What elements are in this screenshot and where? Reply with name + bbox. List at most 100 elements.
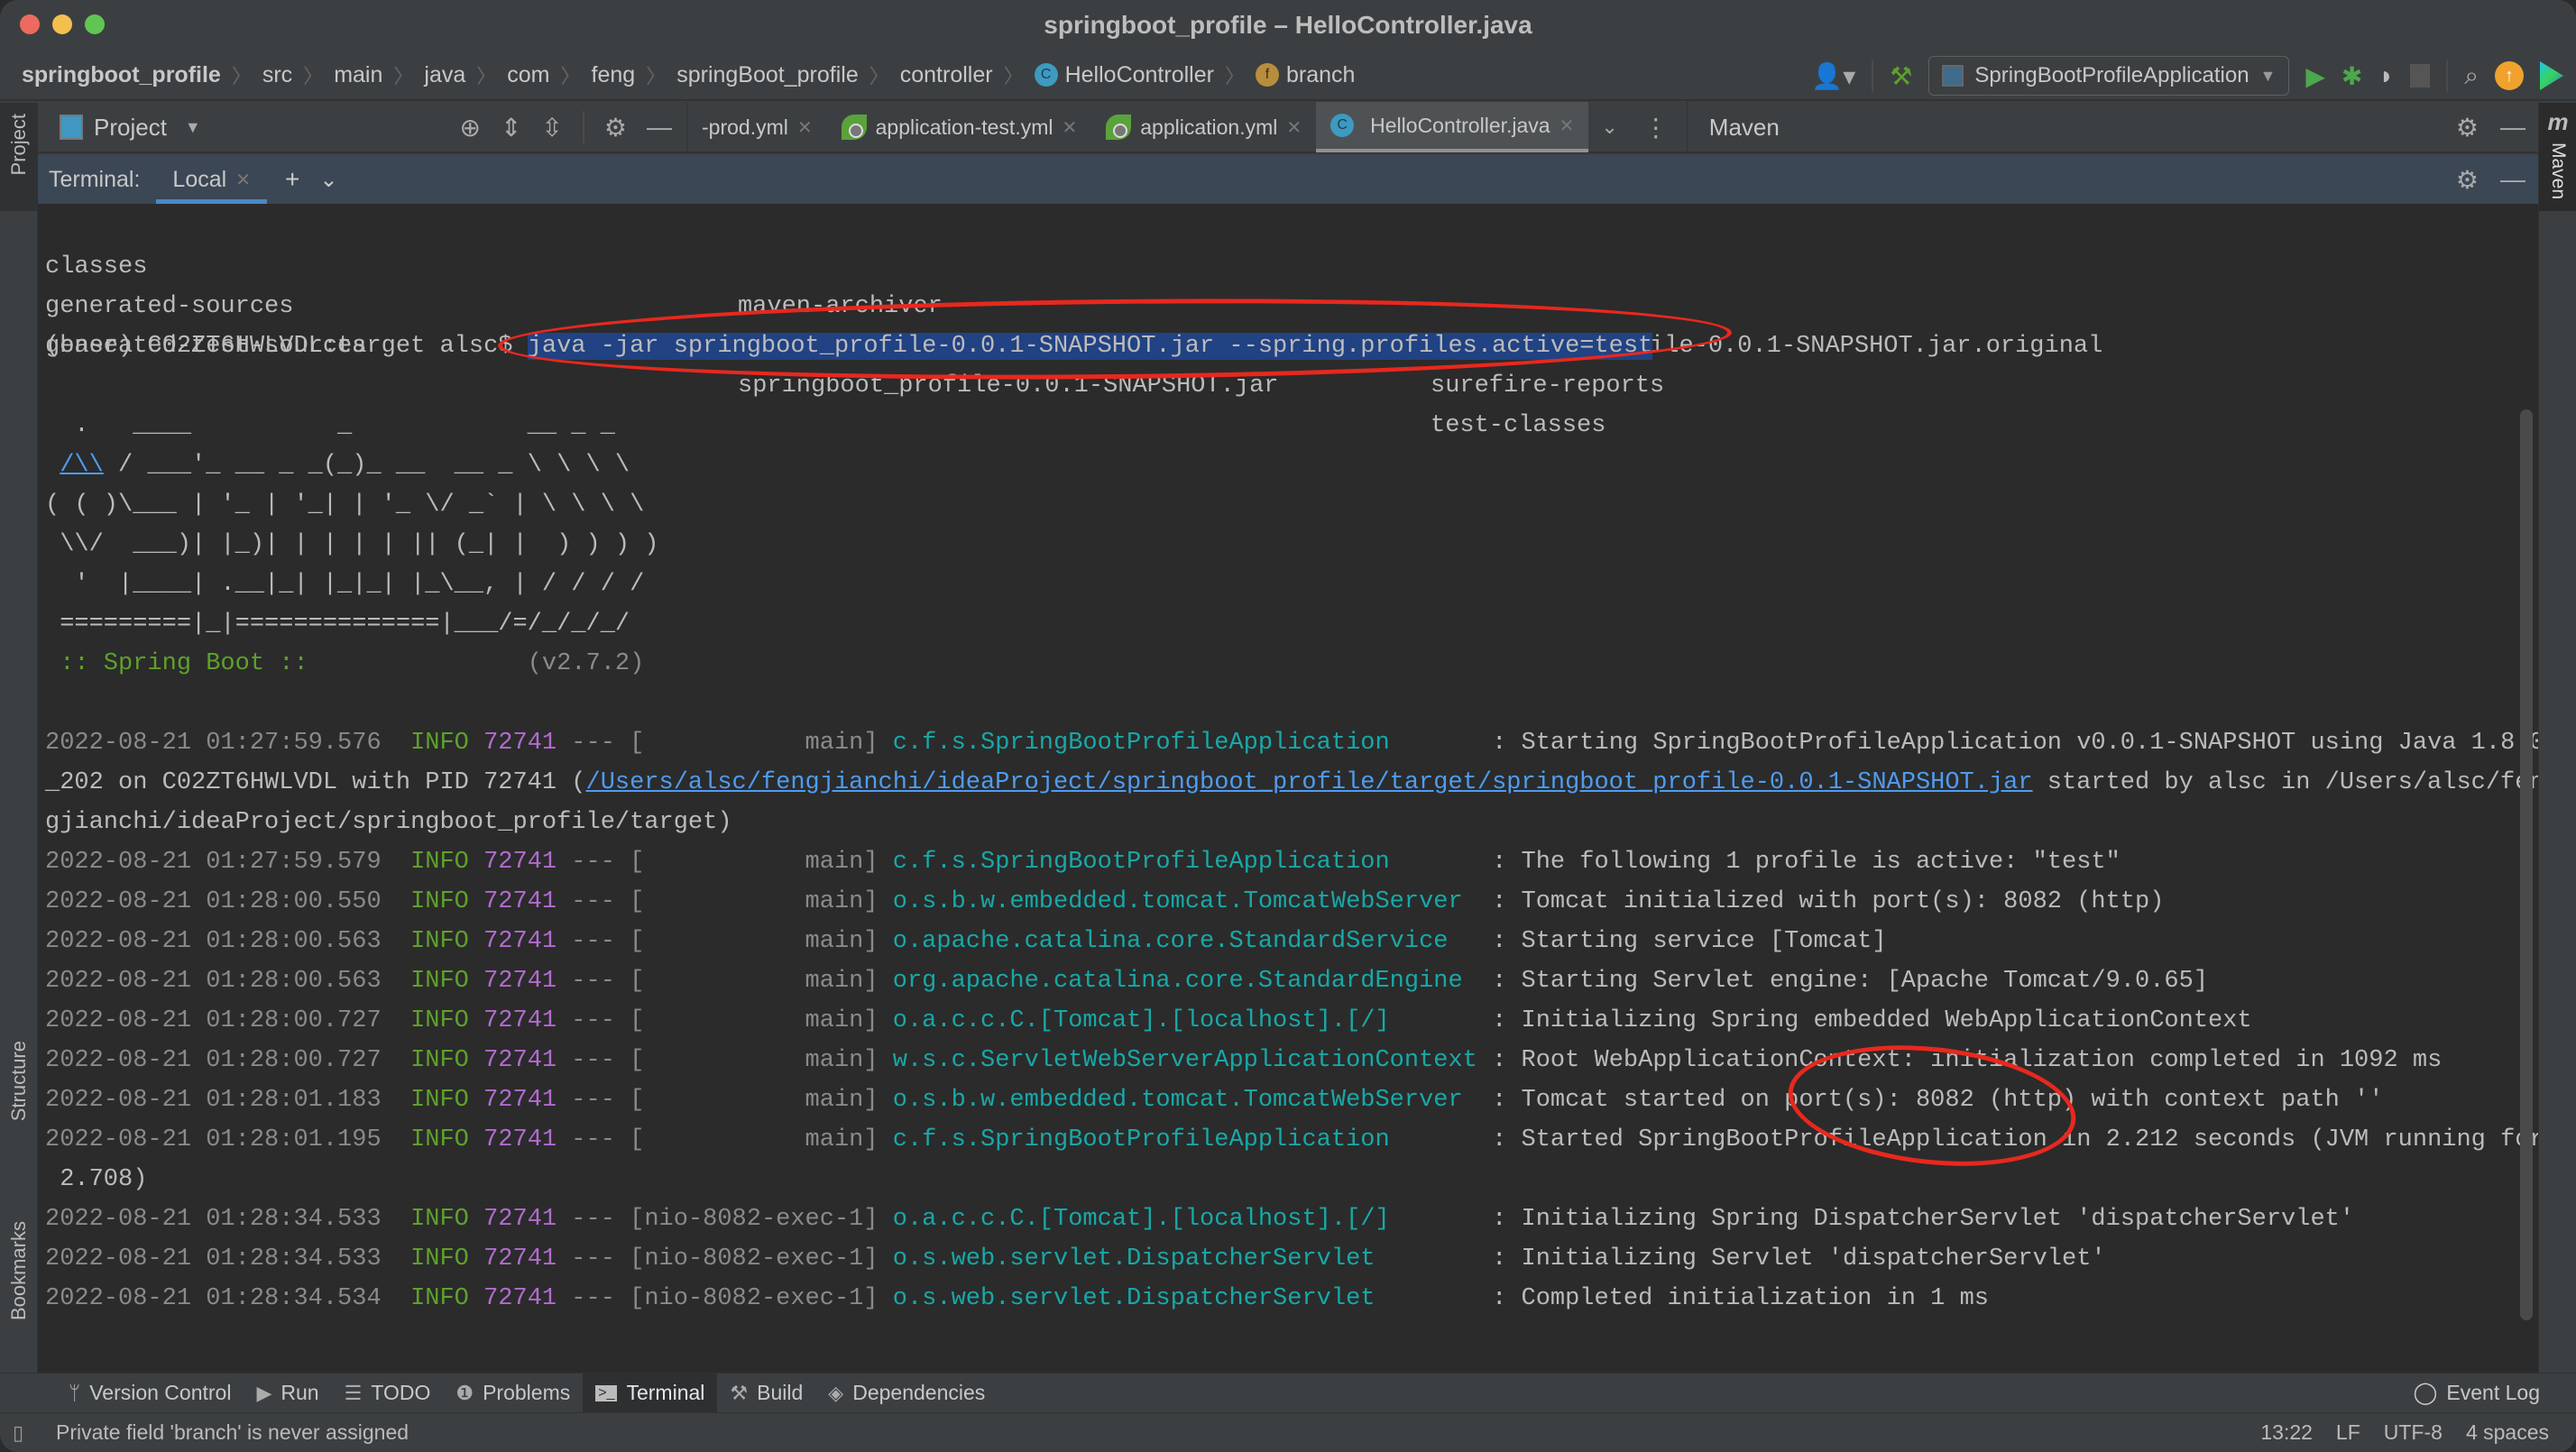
bookmarks-strip-label[interactable]: Bookmarks <box>7 1221 31 1320</box>
maven-tool-tab[interactable]: m Maven <box>2539 103 2576 211</box>
log-sep <box>382 888 410 915</box>
breadcrumb-label: branch <box>1285 61 1356 87</box>
indent-setting[interactable]: 4 spaces <box>2466 1420 2549 1445</box>
run-icon[interactable]: ▶ <box>2305 61 2325 91</box>
jar-path-link[interactable]: /Users/alsc/fengjianchi/ideaProject/spri… <box>586 769 2033 796</box>
project-panel-header: Project ▼ ⊕ ⇕ ⇳ ⚙ — <box>38 102 687 152</box>
chevron-down-icon[interactable]: ⌄ <box>319 167 337 193</box>
tool-problems[interactable]: ❶ Problems <box>443 1374 583 1413</box>
expand-all-icon[interactable]: ⇕ <box>501 113 521 142</box>
warning-icon: ❶ <box>455 1381 474 1404</box>
project-strip-label: Project <box>7 114 30 176</box>
branch-icon: ᛘ <box>69 1381 81 1404</box>
vertical-scrollbar[interactable] <box>2520 409 2533 1320</box>
add-icon[interactable]: + <box>285 165 299 194</box>
debug-icon[interactable]: ✱ <box>2341 61 2362 91</box>
status-message[interactable]: Private field 'branch' is never assigned <box>0 1420 409 1445</box>
log-timestamp: 2022-08-21 01:28:01.183 <box>45 1087 382 1114</box>
minimize-icon[interactable]: — <box>2500 165 2525 194</box>
close-icon[interactable]: ✕ <box>1062 116 1077 139</box>
chevron-right-icon: 〉 <box>393 65 414 87</box>
line-separator[interactable]: LF <box>2336 1420 2360 1445</box>
breadcrumb-item[interactable]: controller <box>900 62 993 88</box>
close-icon[interactable]: ✕ <box>797 116 813 139</box>
log-sep <box>1477 1087 1492 1114</box>
log-pid: 72741 <box>483 888 557 915</box>
terminal-tab-local[interactable]: Local ✕ <box>156 155 267 204</box>
more-options-icon[interactable]: ⋮ <box>1643 113 1669 142</box>
log-pid: 72741 <box>483 1285 557 1312</box>
editor-tab[interactable]: application.yml ✕ <box>1091 102 1316 152</box>
locate-icon[interactable]: ⊕ <box>459 113 480 142</box>
log-sep: --- <box>557 968 630 995</box>
close-icon[interactable]: ✕ <box>235 169 251 191</box>
caret-position[interactable]: 13:22 <box>2260 1420 2313 1445</box>
terminal-tab-label: Local <box>172 166 227 192</box>
coverage-icon[interactable]: ◗ <box>2378 61 2394 90</box>
tool-dependencies[interactable]: ◈ Dependencies <box>815 1374 998 1413</box>
log-line: 2022-08-21 01:28:00.563 INFO 72741 --- [… <box>45 922 1887 961</box>
project-panel-title[interactable]: Project <box>94 114 167 142</box>
breadcrumb-item[interactable]: src <box>262 62 292 88</box>
log-thread: [ main] <box>630 1087 879 1114</box>
log-sep: --- <box>557 1245 630 1273</box>
log-thread: [nio-8082-exec-1] <box>630 1206 879 1233</box>
breadcrumb-item-class[interactable]: C HelloController <box>1034 62 1214 88</box>
chevron-down-icon[interactable]: ▼ <box>185 118 201 137</box>
log-sep: --- <box>557 1206 630 1233</box>
layers-icon: ◈ <box>828 1381 844 1404</box>
tool-terminal[interactable]: >_ Terminal <box>583 1373 718 1413</box>
breadcrumb-item[interactable]: springBoot_profile <box>676 62 859 88</box>
zoom-window-button[interactable] <box>85 14 105 34</box>
gear-icon[interactable]: ⚙ <box>2456 113 2479 142</box>
run-configuration-select[interactable]: SpringBootProfileApplication ▼ <box>1928 56 2290 96</box>
log-line: 2022-08-21 01:28:01.183 INFO 72741 --- [… <box>45 1080 2383 1120</box>
breadcrumb-item[interactable]: feng <box>592 62 636 88</box>
title-bar: springboot_profile – HelloController.jav… <box>0 0 2576 51</box>
breadcrumb-item-field[interactable]: f branch <box>1255 61 1356 88</box>
breadcrumb-item[interactable]: com <box>507 62 549 88</box>
close-window-button[interactable] <box>20 14 40 34</box>
traffic-lights <box>20 14 105 34</box>
chevron-right-icon: 〉 <box>231 65 252 87</box>
close-icon[interactable]: ✕ <box>1286 116 1302 139</box>
panel-toggle-icon[interactable]: ▯ <box>13 1421 23 1445</box>
terminal-output[interactable]: classes maven-archiver springboot_profil… <box>38 204 2538 1373</box>
user-icon[interactable]: 👤▾ <box>1811 61 1855 91</box>
minimize-icon[interactable]: — <box>2500 113 2525 142</box>
update-icon[interactable]: ↑ <box>2495 61 2524 90</box>
log-level: INFO <box>410 1087 469 1114</box>
toolbox-icon[interactable] <box>2540 61 2563 90</box>
spring-boot-version: (v2.7.2) <box>322 650 645 677</box>
tool-build[interactable]: ⚒ Build <box>717 1374 815 1413</box>
structure-strip-label[interactable]: Structure <box>7 1041 31 1121</box>
log-level: INFO <box>410 928 469 955</box>
editor-tab[interactable]: application-test.yml ✕ <box>827 102 1092 152</box>
tool-version-control[interactable]: ᛘ Version Control <box>56 1374 244 1413</box>
search-icon[interactable]: ⌕ <box>2464 61 2479 91</box>
project-tool-tab[interactable]: Project <box>0 103 38 211</box>
chevron-down-icon: ▼ <box>2259 66 2277 85</box>
breadcrumb-item[interactable]: java <box>424 62 465 88</box>
tool-run[interactable]: ▶ Run <box>244 1374 331 1413</box>
minimize-icon[interactable]: — <box>647 113 672 142</box>
file-encoding[interactable]: UTF-8 <box>2384 1420 2443 1445</box>
gear-icon[interactable]: ⚙ <box>2456 165 2479 195</box>
breadcrumb-item[interactable]: springboot_profile <box>22 62 221 88</box>
editor-tab[interactable]: -prod.yml ✕ <box>687 102 827 152</box>
stop-icon[interactable] <box>2410 64 2431 87</box>
editor-tab-active[interactable]: C HelloController.java ✕ <box>1316 102 1589 152</box>
tool-todo[interactable]: ☰ TODO <box>332 1374 444 1413</box>
main-toolbar: 👤▾ ⚒ SpringBootProfileApplication ▼ ▶ ✱ … <box>1811 51 2576 101</box>
minimize-window-button[interactable] <box>52 14 72 34</box>
breadcrumb-item[interactable]: main <box>334 62 382 88</box>
event-log-button[interactable]: ◯ Event Log <box>2414 1380 2576 1406</box>
close-icon[interactable]: ✕ <box>1559 115 1575 137</box>
tool-label: Dependencies <box>852 1381 986 1404</box>
build-hammer-icon[interactable]: ⚒ <box>1890 61 1912 91</box>
status-bar: ▯ Private field 'branch' is never assign… <box>0 1412 2576 1452</box>
collapse-all-icon[interactable]: ⇳ <box>541 113 562 142</box>
log-message: : Initializing Spring embedded WebApplic… <box>1492 1007 2252 1034</box>
chevron-down-icon[interactable]: ⌄ <box>1601 115 1617 139</box>
gear-icon[interactable]: ⚙ <box>604 113 627 142</box>
